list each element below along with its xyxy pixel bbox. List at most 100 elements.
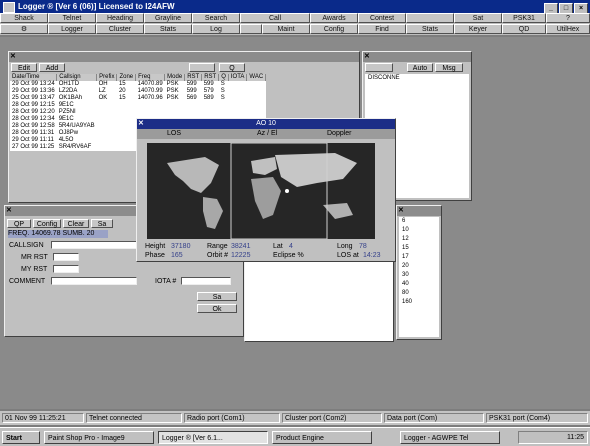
tool-heading[interactable]: Heading xyxy=(96,13,144,23)
tool-blank[interactable] xyxy=(406,13,454,23)
iota-label: IOTA # xyxy=(155,278,177,285)
az-el-label: Az / El xyxy=(257,130,278,137)
satellite-window: ✕ AO 10 LOS Az / El Doppler Height 37180… xyxy=(136,118,396,262)
my-rst-field[interactable] xyxy=(53,265,79,273)
table-cell: OK xyxy=(96,95,117,102)
tool-blank-2[interactable] xyxy=(240,24,262,34)
col-rst-sent[interactable]: RST xyxy=(184,74,203,81)
band-item[interactable]: 160 xyxy=(399,298,439,307)
tool-grayline[interactable]: Grayline xyxy=(144,13,192,23)
col-q[interactable]: Q xyxy=(218,74,229,81)
comment-field[interactable] xyxy=(51,277,137,285)
table-cell: 25 Oct 99 13:47 xyxy=(10,95,57,102)
search-button[interactable]: Q xyxy=(219,63,245,72)
tool-call[interactable]: Call xyxy=(240,13,310,23)
col-mode[interactable]: Mode xyxy=(164,74,186,81)
msg-button[interactable]: Msg xyxy=(435,63,463,72)
col-freq[interactable]: Freq xyxy=(135,74,166,81)
tool-psk31[interactable]: PSK31 xyxy=(502,13,546,23)
col-zone[interactable]: Zone xyxy=(116,74,137,81)
tool-cluster[interactable]: Cluster xyxy=(96,24,144,34)
tool-help[interactable]: ? xyxy=(546,13,590,23)
tool-settings-icon[interactable]: ⚙ xyxy=(0,24,48,34)
tool-sat[interactable]: Sat xyxy=(454,13,502,23)
close-icon[interactable]: ✕ xyxy=(364,52,370,62)
callsign-field[interactable] xyxy=(51,241,137,249)
task-logger[interactable]: Logger ® [Ver 6.1... xyxy=(158,431,268,444)
table-cell: 14070.96 xyxy=(135,95,165,102)
close-icon[interactable]: ✕ xyxy=(138,119,144,129)
band-item[interactable]: 17 xyxy=(399,253,439,262)
tool-utilhex[interactable]: UtilHex xyxy=(546,24,590,34)
tool-contest[interactable]: Contest xyxy=(358,13,406,23)
table-cell xyxy=(164,102,185,109)
tool-search[interactable]: Search xyxy=(192,13,240,23)
tool-awards[interactable]: Awards xyxy=(310,13,358,23)
tool-shack[interactable]: Shack xyxy=(0,13,48,23)
col-datetime[interactable]: Date/Time xyxy=(10,74,58,81)
clear-button[interactable]: Clear xyxy=(63,219,89,228)
tool-stats[interactable]: Stats xyxy=(144,24,192,34)
table-row[interactable]: 28 Oct 99 12:20 PZ5NI xyxy=(10,109,266,116)
cluster-blank-button[interactable] xyxy=(365,63,393,72)
task-logger-agwpe[interactable]: Logger - AGWPE Tel xyxy=(400,431,500,444)
band-item[interactable]: 12 xyxy=(399,235,439,244)
table-cell xyxy=(116,102,136,109)
table-cell: 20 xyxy=(116,88,136,95)
freq-readout: FREQ. 14069.78 SUMB. 20 xyxy=(8,230,108,238)
table-row[interactable]: 29 Oct 99 13:36 LZ2DA LZ 20 14070.99 PSK 599 57… xyxy=(10,88,266,95)
col-iota[interactable]: IOTA xyxy=(228,74,248,81)
start-button[interactable]: Start xyxy=(2,431,40,444)
tool-logger[interactable]: Logger xyxy=(48,24,96,34)
close-icon[interactable]: ✕ xyxy=(398,206,404,216)
table-row[interactable]: 25 Oct 99 13:47 OK1BAh OK 15 14070.96 PSK 569 5… xyxy=(10,95,266,102)
task-paint-shop-pro[interactable]: Paint Shop Pro - Image9 xyxy=(44,431,154,444)
tool-qd[interactable]: QD xyxy=(502,24,546,34)
band-item[interactable]: 80 xyxy=(399,289,439,298)
iota-field[interactable] xyxy=(181,277,231,285)
add-button[interactable]: Add xyxy=(39,63,65,72)
close-icon[interactable]: ✕ xyxy=(10,52,16,62)
table-cell: 589 xyxy=(201,95,219,102)
col-callsign[interactable]: Callsign xyxy=(56,74,98,81)
side-sa-button[interactable]: Sa xyxy=(197,292,237,301)
qp-button[interactable]: QP xyxy=(7,219,31,228)
eclipse-label: Eclipse % xyxy=(273,252,304,259)
band-item[interactable]: 6 xyxy=(399,217,439,226)
tool-stats-2[interactable]: Stats xyxy=(406,24,454,34)
tool-find[interactable]: Find xyxy=(358,24,406,34)
tool-keyer[interactable]: Keyer xyxy=(454,24,502,34)
table-cell: LZ xyxy=(96,88,117,95)
task-product-engine[interactable]: Product Engine xyxy=(272,431,372,444)
log-blank-button[interactable] xyxy=(189,63,215,72)
table-cell xyxy=(246,109,266,116)
col-wac[interactable]: WAC xyxy=(246,74,267,81)
tool-maint[interactable]: Maint xyxy=(262,24,310,34)
taskbar: Start Paint Shop Pro - Image9 Logger ® [… xyxy=(0,427,590,446)
app-title: Logger ® [Ver 6 (06)] Licensed to I24AFW xyxy=(18,2,175,11)
auto-button[interactable]: Auto xyxy=(407,63,433,72)
sa-button[interactable]: Sa xyxy=(91,219,113,228)
close-icon[interactable]: ✕ xyxy=(6,206,12,216)
table-row[interactable]: 29 Oct 99 13:24 OH1TD OH 15 14070.89 PSK 599 59… xyxy=(10,81,266,88)
band-item[interactable]: 40 xyxy=(399,280,439,289)
table-cell xyxy=(96,123,117,130)
side-ok-button[interactable]: Ok xyxy=(197,304,237,313)
tool-config[interactable]: Config xyxy=(310,24,358,34)
table-cell xyxy=(96,137,117,144)
config-button[interactable]: Config xyxy=(33,219,61,228)
tool-telnet[interactable]: Telnet xyxy=(48,13,96,23)
col-prefix[interactable]: Prefix xyxy=(96,74,118,81)
table-cell xyxy=(184,102,202,109)
band-item[interactable]: 15 xyxy=(399,244,439,253)
mr-rst-field[interactable] xyxy=(53,253,79,261)
band-item[interactable]: 10 xyxy=(399,226,439,235)
edit-button[interactable]: Edit xyxy=(11,63,37,72)
doppler-label: Doppler xyxy=(327,130,352,137)
band-item[interactable]: 30 xyxy=(399,271,439,280)
col-rst-rcvd[interactable]: RST xyxy=(201,74,220,81)
table-cell: 579 xyxy=(201,88,219,95)
band-item[interactable]: 20 xyxy=(399,262,439,271)
tool-log[interactable]: Log xyxy=(192,24,240,34)
table-row[interactable]: 28 Oct 99 12:15 9E1C xyxy=(10,102,266,109)
